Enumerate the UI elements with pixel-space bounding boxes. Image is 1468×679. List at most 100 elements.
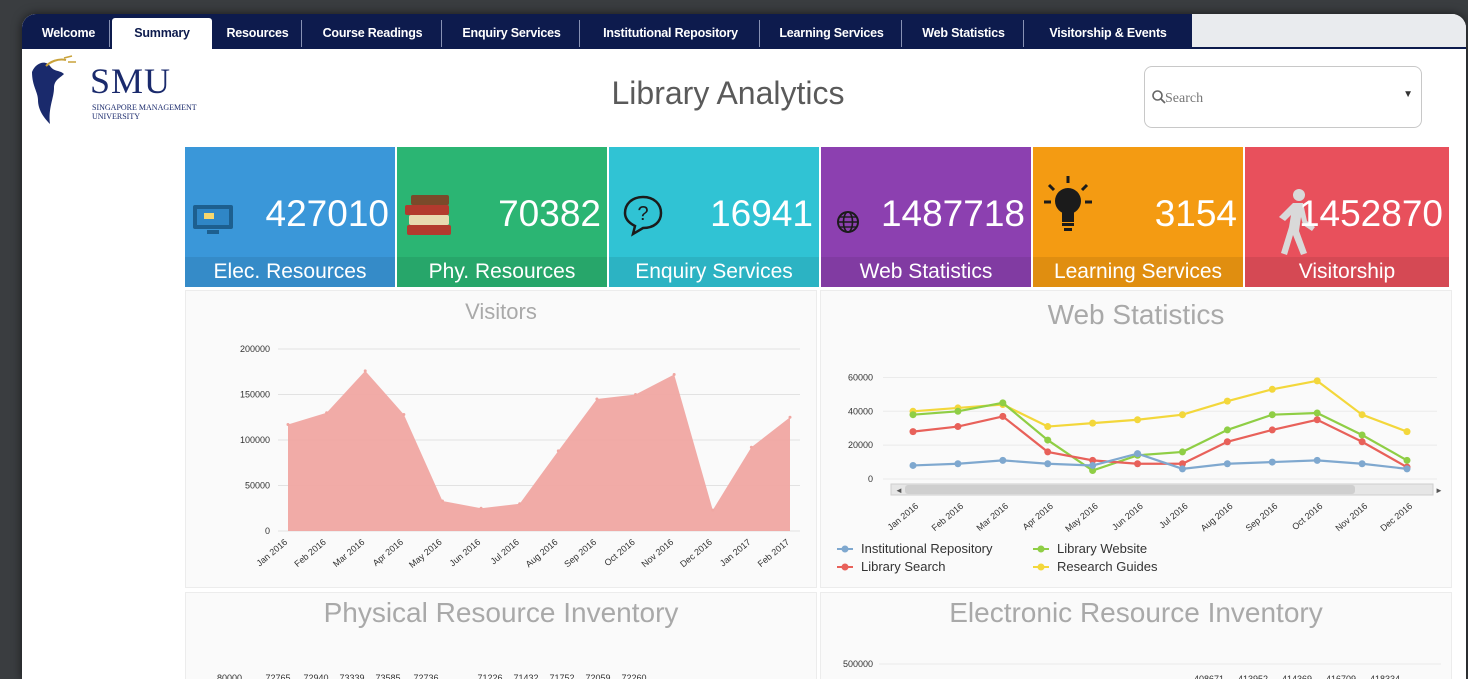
kpi-learning-services[interactable]: 3154 Learning Services — [1033, 147, 1243, 287]
tab-visitorship-events[interactable]: Visitorship & Events — [1026, 20, 1190, 47]
data-point — [1223, 438, 1231, 446]
data-point — [1044, 448, 1052, 456]
y-tick-label: 60000 — [848, 372, 873, 382]
x-tick-label: Dec 2016 — [678, 537, 714, 569]
data-label: 408671 — [1194, 674, 1224, 679]
data-point — [1178, 465, 1186, 473]
chevron-down-icon: ▼ — [1403, 89, 1413, 100]
x-tick-label: Feb 2017 — [756, 537, 792, 569]
tab-resources[interactable]: Resources — [214, 20, 302, 47]
data-point — [1134, 460, 1142, 468]
tab-welcome[interactable]: Welcome — [28, 20, 110, 47]
data-label: 71752 — [549, 673, 574, 679]
data-label: 416709 — [1326, 674, 1356, 679]
x-tick-label: Apr 2016 — [371, 537, 405, 568]
y-tick-label: 100000 — [240, 435, 270, 445]
search-placeholder: Search — [1165, 91, 1204, 106]
x-tick-label: Aug 2016 — [1199, 501, 1235, 533]
kpi-value: 16941 — [710, 193, 813, 234]
data-point — [711, 508, 715, 512]
data-point — [1044, 423, 1052, 431]
kpi-enquiry-services[interactable]: ? 16941 Enquiry Services — [609, 147, 819, 287]
tab-learning-services[interactable]: Learning Services — [762, 20, 902, 47]
data-label: 73585 — [375, 673, 400, 679]
data-point — [1223, 460, 1231, 468]
search-dropdown[interactable]: Search ▼ — [1144, 66, 1422, 128]
data-label: 72260 — [621, 673, 646, 679]
kpi-phy-resources[interactable]: 70382 Phy. Resources — [397, 147, 607, 287]
kpi-value: 427010 — [265, 193, 389, 234]
y-tick-label: 20000 — [848, 440, 873, 450]
x-tick-label: May 2016 — [407, 537, 444, 570]
logo-subtitle-line1: SINGAPORE MANAGEMENT — [92, 103, 197, 112]
web-statistics-panel: Web Statistics 60000 40000 20000 0 ◄ ► Jan 201… — [820, 290, 1452, 588]
tab-enquiry-services[interactable]: Enquiry Services — [444, 20, 580, 47]
tab-course-readings[interactable]: Course Readings — [304, 20, 442, 47]
svg-text:?: ? — [637, 203, 648, 225]
books-icon — [405, 195, 451, 235]
data-label: 72736 — [413, 673, 438, 679]
kpi-label: Web Statistics — [821, 257, 1031, 287]
monitor-icon — [193, 205, 233, 234]
data-point — [909, 428, 917, 436]
data-label: 71432 — [513, 673, 538, 679]
kpi-label: Phy. Resources — [397, 257, 607, 287]
tab-summary[interactable]: Summary — [112, 18, 212, 49]
data-label: 71226 — [477, 673, 502, 679]
y-tick-label: 50000 — [245, 481, 270, 491]
x-tick-label: Aug 2016 — [524, 537, 560, 569]
tab-institutional-repository[interactable]: Institutional Repository — [582, 20, 760, 47]
kpi-label: Learning Services — [1033, 257, 1243, 287]
data-point — [1268, 426, 1276, 434]
kpi-label: Enquiry Services — [609, 257, 819, 287]
data-label: 413952 — [1238, 674, 1268, 679]
kpi-elec-resources[interactable]: 427010 Elec. Resources — [185, 147, 395, 287]
kpi-value: 3154 — [1154, 193, 1237, 234]
x-tick-label: Nov 2016 — [1333, 501, 1369, 533]
visitors-chart: 200000 150000 100000 50000 0Jan 2016 Feb 2016… — [240, 344, 800, 570]
data-point — [634, 393, 638, 396]
data-point — [1403, 456, 1411, 464]
web-statistics-chart: 60000 40000 20000 0 ◄ ► Jan 2016 Feb 2016 Mar 20… — [837, 372, 1443, 574]
x-tick-label: Jan 2016 — [254, 537, 289, 568]
globe-icon — [837, 211, 859, 233]
legend-swatch-marker — [841, 563, 849, 571]
data-point — [595, 397, 599, 401]
y-tick-label: 80000 — [217, 673, 242, 679]
speech-question-icon: ? — [623, 195, 663, 237]
data-point — [749, 445, 753, 449]
data-point — [1313, 416, 1321, 424]
data-point — [479, 506, 483, 510]
legend-label: Research Guides — [1057, 559, 1158, 574]
logo-subtitle-line2: UNIVERSITY — [92, 112, 140, 121]
data-point — [363, 369, 367, 373]
tab-web-statistics[interactable]: Web Statistics — [904, 20, 1024, 47]
x-tick-label: Feb 2016 — [292, 537, 328, 569]
legend-swatch-marker — [841, 545, 849, 553]
data-point — [1044, 436, 1052, 444]
kpi-web-statistics[interactable]: 1487718 Web Statistics — [821, 147, 1031, 287]
smu-logo: SMU SINGAPORE MANAGEMENT UNIVERSITY — [24, 52, 234, 142]
data-point — [1358, 438, 1366, 446]
data-point — [440, 499, 444, 503]
data-point — [1223, 397, 1231, 405]
y-tick-label: 200000 — [240, 344, 270, 354]
data-point — [788, 415, 792, 419]
x-tick-label: Nov 2016 — [639, 537, 675, 569]
kpi-row: 427010 Elec. Resources 70382 Phy. Resour… — [185, 147, 1449, 287]
data-point — [954, 423, 962, 431]
logo-wordmark: SMU — [90, 61, 172, 101]
data-point — [1358, 431, 1366, 439]
legend-label: Institutional Repository — [861, 541, 993, 556]
kpi-visitorship[interactable]: 1452870 Visitorship — [1245, 147, 1449, 287]
data-label: 72940 — [303, 673, 328, 679]
y-tick-label: 0 — [265, 526, 270, 536]
x-tick-label: Jan 2017 — [718, 537, 753, 568]
data-label: 72059 — [585, 673, 610, 679]
y-tick-label: 150000 — [240, 390, 270, 400]
data-point — [286, 423, 290, 427]
kpi-value: 1452870 — [1298, 193, 1443, 234]
x-tick-label: Apr 2016 — [1021, 501, 1055, 532]
data-point — [1268, 385, 1276, 393]
data-label: 414369 — [1282, 674, 1312, 679]
